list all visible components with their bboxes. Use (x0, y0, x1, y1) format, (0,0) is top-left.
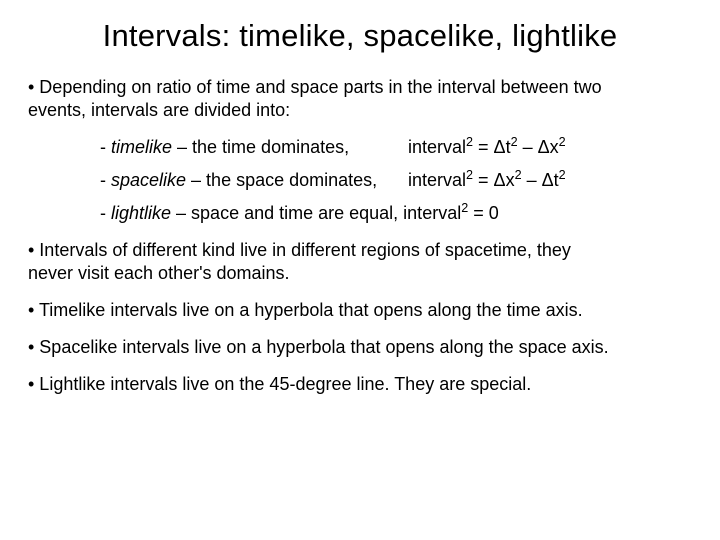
dash: - (100, 170, 111, 190)
subrow-timelike: - timelike – the time dominates, interva… (100, 136, 692, 159)
interval-sublist: - timelike – the time dominates, interva… (100, 136, 692, 225)
intro-line-1: • Depending on ratio of time and space p… (28, 77, 602, 97)
timelike-label: - timelike – the time dominates, (100, 136, 408, 159)
eq-part: = 0 (468, 203, 499, 223)
sup: 2 (559, 135, 566, 149)
eq-part: – Δt (522, 170, 559, 190)
dash: - (100, 137, 111, 157)
bullet-lightlike-line: • Lightlike intervals live on the 45-deg… (28, 373, 692, 396)
spacelike-desc: – the space dominates, (186, 170, 377, 190)
slide: Intervals: timelike, spacelike, lightlik… (0, 0, 720, 540)
spacelike-label: - spacelike – the space dominates, (100, 169, 408, 192)
sup: 2 (515, 168, 522, 182)
eq-part: interval (408, 137, 466, 157)
dash: - (100, 203, 111, 223)
sup: 2 (559, 168, 566, 182)
timelike-desc: – the time dominates, (172, 137, 349, 157)
sup: 2 (511, 135, 518, 149)
lightlike-term: lightlike (111, 203, 171, 223)
bullet-timelike-hyperbola: • Timelike intervals live on a hyperbola… (28, 299, 692, 322)
intro-bullet: • Depending on ratio of time and space p… (28, 76, 692, 122)
bullet-spacelike-hyperbola: • Spacelike intervals live on a hyperbol… (28, 336, 692, 359)
domains-line-1: • Intervals of different kind live in di… (28, 240, 571, 260)
timelike-term: timelike (111, 137, 172, 157)
spacelike-equation: interval2 = Δx2 – Δt2 (408, 169, 692, 192)
sup: 2 (466, 135, 473, 149)
subrow-spacelike: - spacelike – the space dominates, inter… (100, 169, 692, 192)
spacelike-term: spacelike (111, 170, 186, 190)
eq-part: = Δt (473, 137, 511, 157)
eq-part: – Δx (518, 137, 559, 157)
subrow-lightlike: - lightlike – space and time are equal, … (100, 202, 692, 225)
domains-line-2: never visit each other's domains. (28, 263, 290, 283)
sup: 2 (466, 168, 473, 182)
slide-title: Intervals: timelike, spacelike, lightlik… (28, 18, 692, 54)
timelike-equation: interval2 = Δt2 – Δx2 (408, 136, 692, 159)
intro-line-2: events, intervals are divided into: (28, 100, 290, 120)
eq-part: interval (408, 170, 466, 190)
eq-part: = Δx (473, 170, 515, 190)
bullet-domains: • Intervals of different kind live in di… (28, 239, 692, 285)
lightlike-desc: – space and time are equal, interval (171, 203, 461, 223)
lightlike-line: - lightlike – space and time are equal, … (100, 202, 692, 225)
